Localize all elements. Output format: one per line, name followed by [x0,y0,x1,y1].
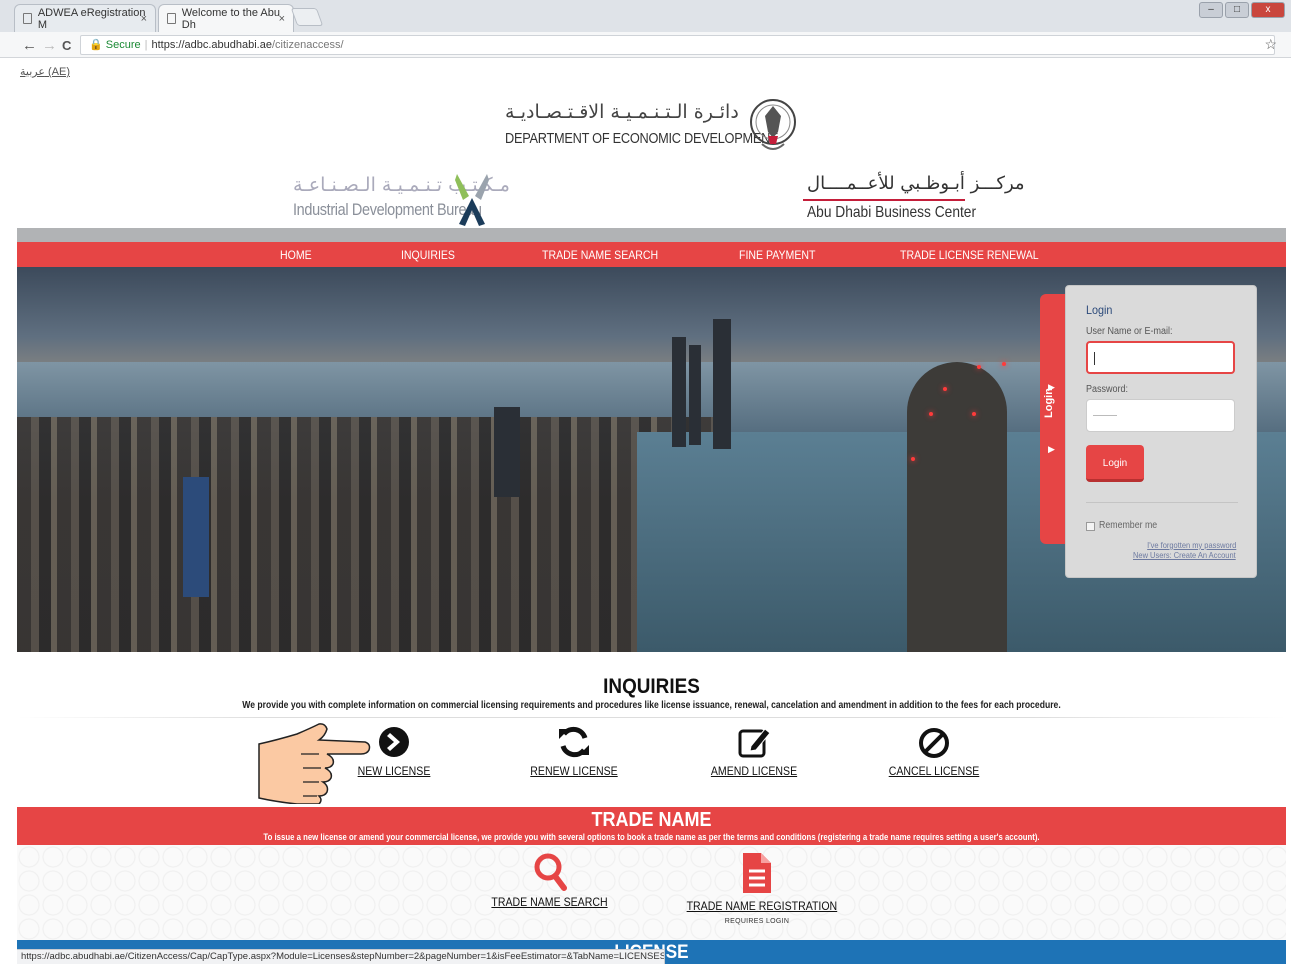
bookmark-star-icon[interactable]: ☆ [1264,36,1277,53]
requires-login-note: REQUIRES LOGIN [724,918,790,925]
login-button[interactable]: Login [1086,445,1144,482]
inquiries-heading: INQUIRIES [603,675,700,698]
url-path: /citizenaccess/ [271,39,344,51]
login-divider [1086,502,1238,503]
service-trade-name-search[interactable]: TRADE NAME SEARCH [477,851,622,909]
service-cancel-license[interactable]: CANCEL LICENSE [879,724,989,778]
lock-icon: 🔒 [89,39,103,51]
adbc-divider [803,199,965,201]
url-input[interactable]: 🔒 Secure | https://adbc.abudhabi.ae/citize… [80,35,1275,55]
back-icon[interactable]: ← [22,37,37,54]
username-input[interactable] [1086,341,1235,374]
adbc-name-arabic: مركـــز أبـوظـبي للأعــمــــال [807,173,1025,194]
password-label: Password: [1086,384,1129,395]
cancel-license-link[interactable]: CANCEL LICENSE [886,764,983,778]
renew-license-link[interactable]: RENEW LICENSE [526,764,623,778]
nav-inquiries[interactable]: INQUIRIES [401,248,455,262]
amend-license-link[interactable]: AMEND LICENSE [706,764,803,778]
secure-label: Secure [105,39,141,51]
document-icon [167,13,176,24]
reload-icon[interactable]: C [62,38,71,53]
browser-tab-adbc[interactable]: Welcome to the Abu Dh × [158,4,294,32]
idb-name-english: Industrial Development Bureau [293,200,482,219]
username-label: User Name or E-mail: [1086,326,1173,337]
nav-trade-name-search[interactable]: TRADE NAME SEARCH [542,248,658,262]
edit-icon [738,728,771,758]
ban-icon [919,728,949,758]
forgot-password-link[interactable]: I've forgotten my password [1147,540,1236,550]
close-window-button[interactable]: x [1251,2,1285,18]
login-toggle-tab[interactable]: ▶ ▶ [1040,294,1066,544]
search-icon [534,853,567,891]
pointing-hand-icon [258,723,371,804]
close-tab-icon[interactable]: × [141,13,147,25]
tab-title: ADWEA eRegistration M [37,6,146,31]
url-host: https://adbc.abudhabi.ae [151,39,272,51]
create-account-link[interactable]: New Users: Create An Account [1133,550,1236,560]
nav-home[interactable]: HOME [280,248,312,262]
refresh-icon [559,726,589,758]
trade-name-description: To issue a new license or amend your com… [263,832,1040,843]
login-panel: Login User Name or E-mail: Password: Log… [1065,285,1257,578]
service-trade-name-registration[interactable]: TRADE NAME REGISTRATION REQUIRES LOGIN [677,851,837,925]
language-switch-link[interactable]: عربية (AE) [20,65,70,78]
web-page: عربية (AE) دائـرة الـتـنـمـيـة الاقـتـصـ… [17,58,1286,964]
new-tab-button[interactable] [290,8,324,26]
browser-tab-adwea[interactable]: ADWEA eRegistration M × [14,4,156,32]
inquiries-divider [17,717,1286,718]
main-nav: HOME INQUIRIES TRADE NAME SEARCH FINE PA… [17,242,1286,267]
password-input[interactable] [1086,399,1235,432]
document-icon [23,13,32,24]
trade-name-band: TRADE NAME To issue a new license or ame… [17,807,1286,845]
tab-title: Welcome to the Abu Dh [181,6,280,31]
window-controls: – □ x [1199,2,1285,18]
login-tab-label: Login [1043,388,1055,418]
service-amend-license[interactable]: AMEND LICENSE [699,724,809,778]
remember-me-label: Remember me [1099,520,1158,531]
browser-status-url: https://adbc.abudhabi.ae/CitizenAccess/C… [17,949,665,964]
forward-icon[interactable]: → [42,37,57,54]
dept-name-arabic: دائـرة الـتـنـمـيـة الاقـتـصـاديـة [505,101,739,123]
address-bar: ← → C 🔒 Secure | https://adbc.abudhabi.ae/… [0,32,1291,58]
header-grey-strip [17,228,1286,242]
adbc-name-english: Abu Dhabi Business Center [807,204,977,221]
service-renew-license[interactable]: RENEW LICENSE [519,724,629,778]
inquiries-description: We provide you with complete information… [242,700,1061,711]
nav-trade-license-renewal[interactable]: TRADE LICENSE RENEWAL [900,248,1039,262]
trade-name-registration-link[interactable]: TRADE NAME REGISTRATION [687,899,838,913]
document-icon [743,853,771,893]
trade-name-heading: TRADE NAME [591,809,712,831]
idb-logo-icon [455,174,489,226]
chevron-right-icon: ▶ [1048,444,1055,454]
remember-me-checkbox[interactable] [1086,522,1095,531]
arrow-right-circle-icon [379,727,409,757]
abu-dhabi-falcon-emblem-icon [750,99,796,150]
url-separator: | [144,39,148,51]
close-tab-icon[interactable]: × [279,13,285,25]
dept-name-english: DEPARTMENT OF ECONOMIC DEVELOPMENT [505,130,778,147]
maximize-button[interactable]: □ [1225,2,1249,18]
login-title: Login [1086,303,1113,317]
trade-name-search-link[interactable]: TRADE NAME SEARCH [486,895,614,909]
decorative-pattern-background [17,845,1286,940]
nav-fine-payment[interactable]: FINE PAYMENT [739,248,815,262]
minimize-button[interactable]: – [1199,2,1223,18]
browser-tab-strip: ADWEA eRegistration M × Welcome to the A… [0,0,1291,32]
